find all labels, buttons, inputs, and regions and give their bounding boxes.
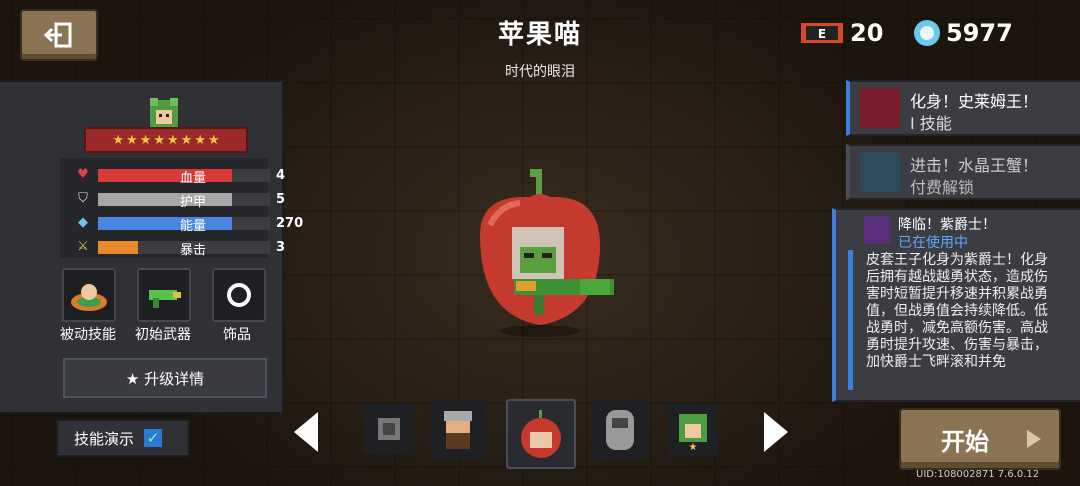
- uid-version: UID:108002871 7.6.0.12: [916, 469, 1040, 480]
- energy-diamond-icon: ◆: [78, 215, 88, 230]
- shield-icon: ⛉: [78, 191, 88, 206]
- stat-row-health: ♥ 血量 4: [60, 164, 285, 186]
- stat-value: 4: [276, 168, 286, 183]
- energy-count: 20: [850, 19, 884, 47]
- skill-card-slime-king[interactable]: 化身！史莱姆王！ I 技能: [846, 80, 1080, 136]
- skill-title: 进击！水晶王蟹！: [910, 156, 1039, 175]
- skill-demo-label: 技能演示: [74, 429, 135, 448]
- next-character-arrow[interactable]: [764, 412, 788, 452]
- energy-resource: E 20: [800, 18, 883, 48]
- active-skill-status: 已在使用中: [898, 235, 968, 251]
- stat-bar: 血量 4: [98, 168, 285, 186]
- starting-weapon-label: 初始武器: [135, 327, 191, 343]
- upgrade-details-button[interactable]: ★ 升级详情: [63, 358, 267, 398]
- stat-bar: 能量 270: [98, 216, 303, 234]
- exit-button[interactable]: [20, 9, 98, 61]
- passive-skill-icon: [71, 284, 107, 311]
- gems-count: 5977: [946, 19, 1013, 47]
- stat-value: 270: [276, 216, 304, 231]
- heart-icon: ♥: [77, 167, 89, 182]
- stat-label: 护甲: [179, 195, 206, 210]
- stat-label: 血量: [179, 171, 206, 186]
- stat-row-armor: ⛉ 护甲 5: [60, 188, 285, 210]
- star-icon: ★: [126, 132, 138, 148]
- stat-value: 5: [276, 192, 286, 207]
- star-icon: ★: [207, 132, 220, 148]
- accessory-slot[interactable]: [212, 268, 266, 322]
- stat-value: 3: [276, 240, 286, 255]
- slime-king-icon: [860, 88, 900, 128]
- active-skill-description: 皮套王子化身为紫爵士！化身后拥有越战越勇状态，造成伤害时短暂提升移速并积累战勇值…: [866, 252, 1048, 370]
- skill-title: 化身！史莱姆王！: [910, 92, 1039, 111]
- active-skill-card[interactable]: 降临！紫爵士！ 已在使用中 皮套王子化身为紫爵士！化身后拥有越战越勇状态，造成伤…: [832, 208, 1080, 402]
- gems-resource: 5977: [912, 18, 1013, 48]
- sword-icon: ⚔: [77, 239, 89, 254]
- star-icon: ★: [139, 132, 152, 148]
- prev-character-arrow[interactable]: [294, 412, 318, 452]
- stat-label: 能量: [179, 219, 206, 234]
- stats-block: ♥ 血量 4 ⛉ 护甲 5 ◆ 能量 270 ⚔ 暴击 3: [60, 158, 303, 258]
- starting-weapon-slot[interactable]: [137, 268, 191, 322]
- skill-card-crystal-crab[interactable]: 进击！水晶王蟹！ 付费解锁: [846, 144, 1080, 200]
- apple-cat-avatar-icon: [521, 410, 561, 458]
- stat-bar: 护甲 5: [98, 192, 285, 210]
- passive-skill-slot[interactable]: [62, 268, 116, 322]
- star-icon: ★: [153, 132, 165, 148]
- star-icon: ★: [167, 132, 179, 148]
- active-skill-title: 降临！紫爵士！: [898, 217, 996, 233]
- checkmark-icon[interactable]: ✓: [144, 429, 163, 447]
- start-label: 开始: [941, 428, 989, 456]
- energy-ticket-icon: E: [801, 23, 843, 43]
- astronaut-avatar-icon: [606, 410, 634, 450]
- skill-subtitle: I 技能: [910, 114, 952, 133]
- svg-text:★: ★: [689, 442, 698, 450]
- stat-bar-fill: [98, 241, 138, 254]
- stat-bar: 暴击 3: [98, 240, 285, 258]
- viking-avatar-icon: [444, 411, 472, 449]
- frog-hood-thumb-icon: ★: [679, 414, 707, 450]
- start-button[interactable]: 开始: [899, 408, 1061, 470]
- stat-label: 暴击: [179, 243, 206, 258]
- skill-subtitle: 付费解锁: [910, 178, 975, 197]
- stat-row-energy: ◆ 能量 270: [60, 212, 303, 234]
- accessory-label: 饰品: [223, 327, 251, 343]
- star-rating: ★ ★ ★ ★ ★ ★ ★ ★: [84, 127, 248, 153]
- blaster-gun-icon: [149, 290, 181, 308]
- character-thumb-astronaut[interactable]: [592, 401, 648, 459]
- svg-text:E: E: [818, 27, 826, 41]
- character-thumb-apple-cat-selected[interactable]: [506, 399, 576, 469]
- star-icon: ★: [194, 132, 206, 148]
- star-icon: ★: [180, 132, 193, 148]
- passive-skill-label: 被动技能: [60, 327, 116, 343]
- gem-icon: [914, 20, 940, 46]
- character-name: 苹果喵: [497, 20, 582, 50]
- crystal-crab-icon: [860, 152, 900, 192]
- skin-name: 时代的眼泪: [505, 64, 575, 80]
- purple-knight-icon: [864, 216, 890, 244]
- ring-icon: [227, 283, 251, 307]
- character-thumb-frog-hood[interactable]: ★: [668, 404, 718, 456]
- character-thumb-viking[interactable]: [430, 401, 486, 459]
- locked-robot-icon: [378, 418, 400, 440]
- skill-demo-toggle[interactable]: 技能演示 ✓: [56, 419, 190, 457]
- star-icon: ★: [112, 132, 125, 148]
- stat-row-crit: ⚔ 暴击 3: [60, 236, 285, 258]
- character-thumb-locked[interactable]: [364, 404, 414, 454]
- apple-cat-character: [480, 169, 614, 337]
- description-scrollbar[interactable]: [848, 250, 853, 390]
- exit-icon: [43, 22, 72, 48]
- frog-hood-avatar-icon: [150, 98, 178, 128]
- play-arrow-icon: [1027, 430, 1041, 448]
